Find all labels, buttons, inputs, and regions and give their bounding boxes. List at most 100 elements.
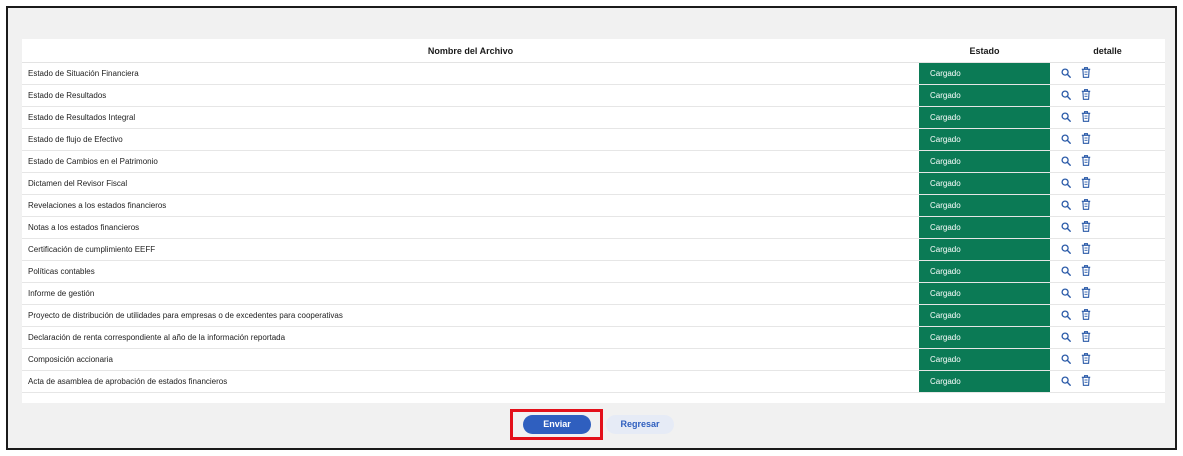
search-icon[interactable] <box>1061 89 1071 102</box>
status-badge: Cargado <box>919 304 1050 327</box>
status-badge: Cargado <box>919 62 1050 85</box>
detail-actions <box>1050 62 1165 85</box>
search-icon[interactable] <box>1061 155 1071 168</box>
status-badge: Cargado <box>919 84 1050 107</box>
table-row: Estado de flujo de Efectivo Cargado <box>22 128 1165 151</box>
status-badge: Cargado <box>919 128 1050 151</box>
table-row: Acta de asamblea de aprobación de estado… <box>22 370 1165 393</box>
file-name-cell: Políticas contables <box>22 260 919 283</box>
column-header-name: Nombre del Archivo <box>22 39 919 63</box>
file-name-cell: Composición accionaria <box>22 348 919 371</box>
search-icon[interactable] <box>1061 133 1071 146</box>
trash-icon[interactable] <box>1081 243 1091 256</box>
trash-icon[interactable] <box>1081 155 1091 168</box>
files-table: Nombre del Archivo Estado detalle Estado… <box>22 39 1165 393</box>
file-name-cell: Estado de Resultados <box>22 84 919 107</box>
table-row: Certificación de cumplimiento EEFF Carga… <box>22 238 1165 261</box>
file-name-cell: Proyecto de distribución de utilidades p… <box>22 304 919 327</box>
status-badge: Cargado <box>919 150 1050 173</box>
send-button[interactable]: Enviar <box>523 415 591 434</box>
table-row: Estado de Resultados Cargado <box>22 84 1165 107</box>
detail-actions <box>1050 150 1165 173</box>
status-badge: Cargado <box>919 216 1050 239</box>
file-name-cell: Estado de Cambios en el Patrimonio <box>22 150 919 173</box>
table-row: Políticas contables Cargado <box>22 260 1165 283</box>
search-icon[interactable] <box>1061 199 1071 212</box>
file-name-cell: Informe de gestión <box>22 282 919 305</box>
trash-icon[interactable] <box>1081 67 1091 80</box>
status-badge: Cargado <box>919 282 1050 305</box>
table-row: Notas a los estados financieros Cargado <box>22 216 1165 239</box>
trash-icon[interactable] <box>1081 89 1091 102</box>
table-row: Composición accionaria Cargado <box>22 348 1165 371</box>
status-badge: Cargado <box>919 370 1050 393</box>
search-icon[interactable] <box>1061 309 1071 322</box>
column-header-status: Estado <box>919 39 1050 63</box>
table-row: Declaración de renta correspondiente al … <box>22 326 1165 349</box>
search-icon[interactable] <box>1061 243 1071 256</box>
status-badge: Cargado <box>919 326 1050 349</box>
detail-actions <box>1050 194 1165 217</box>
table-body: Estado de Situación Financiera Cargado E… <box>22 62 1165 393</box>
file-name-cell: Estado de Situación Financiera <box>22 62 919 85</box>
files-panel: Nombre del Archivo Estado detalle Estado… <box>22 39 1165 403</box>
file-name-cell: Acta de asamblea de aprobación de estado… <box>22 370 919 393</box>
detail-actions <box>1050 84 1165 107</box>
table-row: Informe de gestión Cargado <box>22 282 1165 305</box>
table-header-row: Nombre del Archivo Estado detalle <box>22 39 1165 63</box>
file-name-cell: Estado de Resultados Integral <box>22 106 919 129</box>
trash-icon[interactable] <box>1081 265 1091 278</box>
trash-icon[interactable] <box>1081 221 1091 234</box>
search-icon[interactable] <box>1061 353 1071 366</box>
search-icon[interactable] <box>1061 265 1071 278</box>
trash-icon[interactable] <box>1081 177 1091 190</box>
trash-icon[interactable] <box>1081 199 1091 212</box>
search-icon[interactable] <box>1061 111 1071 124</box>
search-icon[interactable] <box>1061 375 1071 388</box>
form-actions: Enviar Regresar <box>8 406 1175 446</box>
detail-actions <box>1050 238 1165 261</box>
detail-actions <box>1050 370 1165 393</box>
column-header-detail: detalle <box>1050 39 1165 63</box>
status-badge: Cargado <box>919 106 1050 129</box>
table-row: Revelaciones a los estados financieros C… <box>22 194 1165 217</box>
trash-icon[interactable] <box>1081 375 1091 388</box>
status-badge: Cargado <box>919 260 1050 283</box>
file-name-cell: Declaración de renta correspondiente al … <box>22 326 919 349</box>
file-name-cell: Certificación de cumplimiento EEFF <box>22 238 919 261</box>
detail-actions <box>1050 282 1165 305</box>
detail-actions <box>1050 172 1165 195</box>
detail-actions <box>1050 106 1165 129</box>
search-icon[interactable] <box>1061 177 1071 190</box>
search-icon[interactable] <box>1061 221 1071 234</box>
detail-actions <box>1050 216 1165 239</box>
detail-actions <box>1050 304 1165 327</box>
file-name-cell: Revelaciones a los estados financieros <box>22 194 919 217</box>
trash-icon[interactable] <box>1081 331 1091 344</box>
trash-icon[interactable] <box>1081 133 1091 146</box>
status-badge: Cargado <box>919 194 1050 217</box>
trash-icon[interactable] <box>1081 353 1091 366</box>
file-name-cell: Notas a los estados financieros <box>22 216 919 239</box>
file-name-cell: Estado de flujo de Efectivo <box>22 128 919 151</box>
table-row: Estado de Cambios en el Patrimonio Carga… <box>22 150 1165 173</box>
status-badge: Cargado <box>919 172 1050 195</box>
table-row: Proyecto de distribución de utilidades p… <box>22 304 1165 327</box>
app-frame: Nombre del Archivo Estado detalle Estado… <box>6 6 1177 450</box>
search-icon[interactable] <box>1061 67 1071 80</box>
table-row: Dictamen del Revisor Fiscal Cargado <box>22 172 1165 195</box>
search-icon[interactable] <box>1061 331 1071 344</box>
status-badge: Cargado <box>919 348 1050 371</box>
table-row: Estado de Situación Financiera Cargado <box>22 62 1165 85</box>
detail-actions <box>1050 128 1165 151</box>
trash-icon[interactable] <box>1081 309 1091 322</box>
status-badge: Cargado <box>919 238 1050 261</box>
detail-actions <box>1050 326 1165 349</box>
back-button[interactable]: Regresar <box>606 415 674 434</box>
search-icon[interactable] <box>1061 287 1071 300</box>
trash-icon[interactable] <box>1081 111 1091 124</box>
table-row: Estado de Resultados Integral Cargado <box>22 106 1165 129</box>
detail-actions <box>1050 260 1165 283</box>
trash-icon[interactable] <box>1081 287 1091 300</box>
detail-actions <box>1050 348 1165 371</box>
